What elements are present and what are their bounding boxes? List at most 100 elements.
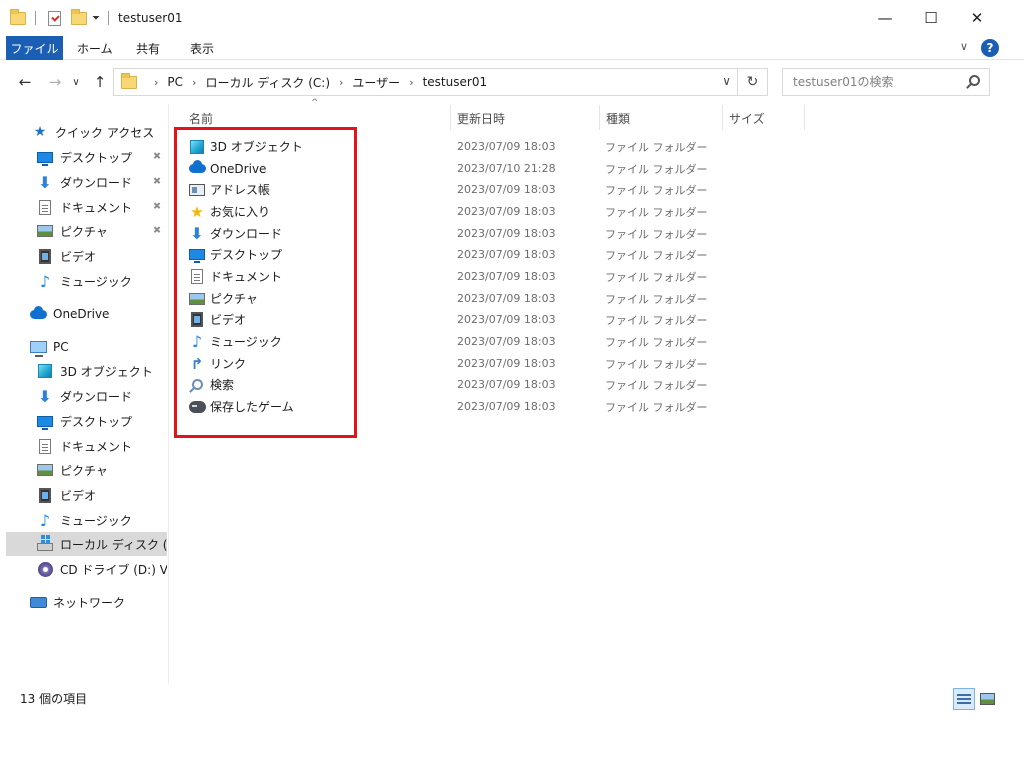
breadcrumb-chevron-icon[interactable]: › <box>192 76 196 89</box>
file-name: OneDrive <box>210 161 267 176</box>
properties-icon[interactable] <box>48 10 61 26</box>
sidebar-item-label: ビデオ <box>60 488 97 503</box>
large-icons-view-button[interactable] <box>976 688 998 710</box>
file-date: 2023/07/09 18:03 <box>457 205 556 218</box>
close-button[interactable]: ✕ <box>954 0 1000 36</box>
column-header-name[interactable]: 名前 <box>189 106 213 130</box>
recent-locations-chevron-icon[interactable]: ∨ <box>69 70 83 94</box>
tab-file[interactable]: ファイル <box>6 36 63 60</box>
sidebar-item-label: ローカル ディスク (C:) <box>60 537 167 552</box>
sidebar-item-pc[interactable]: PC <box>0 335 167 359</box>
file-type: ファイル フォルダー <box>605 140 708 154</box>
sidebar-item-pc-desktop[interactable]: デスクトップ <box>0 409 167 433</box>
document-icon <box>188 268 206 286</box>
table-row[interactable]: 検索 2023/07/09 18:03 ファイル フォルダー <box>183 374 713 395</box>
column-header-date[interactable]: 更新日時 <box>457 106 505 130</box>
network-icon <box>29 593 47 611</box>
tab-home[interactable]: ホーム <box>77 36 113 60</box>
table-row[interactable]: ピクチャ 2023/07/09 18:03 ファイル フォルダー <box>183 288 713 309</box>
sidebar-item-label: CD ドライブ (D:) Virtu <box>60 562 167 577</box>
sidebar-item-pc-videos[interactable]: ビデオ <box>0 483 167 507</box>
desktop-icon <box>188 246 206 264</box>
sidebar-item-local-disk[interactable]: ローカル ディスク (C:) <box>6 532 167 556</box>
sidebar-item-label: ミュージック <box>60 274 132 289</box>
file-name: ドキュメント <box>210 270 283 284</box>
file-name: 保存したゲーム <box>210 400 294 414</box>
expand-ribbon-chevron-icon[interactable]: ∨ <box>960 40 968 53</box>
table-row[interactable]: 3D オブジェクト 2023/07/09 18:03 ファイル フォルダー <box>183 136 713 157</box>
download-icon: ⬇ <box>38 172 52 192</box>
back-button[interactable]: ← <box>14 70 36 94</box>
new-folder-icon[interactable] <box>71 8 87 25</box>
tab-share[interactable]: 共有 <box>136 36 160 60</box>
sidebar-item-desktop[interactable]: デスクトップ <box>0 145 167 169</box>
maximize-button[interactable]: ☐ <box>908 0 954 36</box>
sidebar-item-onedrive[interactable]: OneDrive <box>0 302 167 326</box>
sidebar-item-label: 3D オブジェクト <box>60 364 153 379</box>
table-row[interactable]: ドキュメント 2023/07/09 18:03 ファイル フォルダー <box>183 266 713 287</box>
refresh-button[interactable]: ↻ <box>738 68 768 96</box>
address-history-dropdown-icon[interactable]: ∨ <box>722 74 731 88</box>
sidebar-item-pc-documents[interactable]: ドキュメント <box>0 434 167 458</box>
sidebar-item-network[interactable]: ネットワーク <box>0 590 167 614</box>
file-date: 2023/07/09 18:03 <box>457 183 556 196</box>
search-icon[interactable] <box>969 75 980 86</box>
table-row[interactable]: ↱ リンク 2023/07/09 18:03 ファイル フォルダー <box>183 353 713 374</box>
breadcrumb-chevron-icon[interactable]: › <box>154 76 158 89</box>
table-row[interactable]: ⬇ ダウンロード 2023/07/09 18:03 ファイル フォルダー <box>183 223 713 244</box>
up-button[interactable]: ↑ <box>89 70 111 94</box>
minimize-button[interactable]: — <box>862 0 908 36</box>
sidebar-item-cd-drive[interactable]: CD ドライブ (D:) Virtu <box>0 557 167 581</box>
column-header-size[interactable]: サイズ <box>729 106 765 130</box>
column-header-type[interactable]: 種類 <box>606 106 630 130</box>
breadcrumb-chevron-icon[interactable]: › <box>409 76 413 89</box>
sidebar-item-pc-music[interactable]: ♪ ミュージック <box>0 508 167 532</box>
download-icon: ⬇ <box>190 224 204 243</box>
sidebar-item-music[interactable]: ♪ ミュージック <box>0 269 167 293</box>
search-input[interactable] <box>793 75 963 89</box>
column-divider[interactable] <box>722 105 723 130</box>
customize-toolbar-icon[interactable]: ⏷ <box>92 9 100 27</box>
table-row[interactable]: ♪ ミュージック 2023/07/09 18:03 ファイル フォルダー <box>183 331 713 352</box>
breadcrumb-pc[interactable]: PC <box>167 75 183 89</box>
column-divider[interactable] <box>599 105 600 130</box>
help-icon[interactable]: ? <box>981 39 999 57</box>
sidebar-item-pc-downloads[interactable]: ⬇ ダウンロード <box>0 384 167 408</box>
sidebar-item-videos[interactable]: ビデオ <box>0 244 167 268</box>
details-view-icon <box>957 693 971 705</box>
sidebar-item-3d-objects[interactable]: 3D オブジェクト <box>0 359 167 383</box>
sidebar-item-label: デスクトップ <box>60 414 133 429</box>
column-divider[interactable] <box>804 105 805 130</box>
music-icon: ♪ <box>39 271 51 291</box>
cd-drive-icon <box>36 560 54 578</box>
sidebar-item-pictures[interactable]: ピクチャ <box>0 219 167 243</box>
breadcrumb-chevron-icon[interactable]: › <box>339 76 343 89</box>
navigation-pane: ★ クイック アクセス デスクトップ ✚ ⬇ ダウンロード ✚ ドキュメント ✚ ピ… <box>0 104 169 684</box>
sidebar-item-quick-access[interactable]: ★ クイック アクセス <box>0 120 167 144</box>
file-date: 2023/07/10 21:28 <box>457 162 556 175</box>
table-row[interactable]: OneDrive 2023/07/10 21:28 ファイル フォルダー <box>183 158 713 179</box>
details-view-button[interactable] <box>953 688 975 710</box>
sidebar-item-downloads[interactable]: ⬇ ダウンロード <box>0 170 167 194</box>
file-date: 2023/07/09 18:03 <box>457 248 556 261</box>
table-row[interactable]: ★ お気に入り 2023/07/09 18:03 ファイル フォルダー <box>183 201 713 222</box>
table-row[interactable]: アドレス帳 2023/07/09 18:03 ファイル フォルダー <box>183 179 713 200</box>
file-type: ファイル フォルダー <box>605 357 708 371</box>
star-icon: ★ <box>33 124 47 140</box>
forward-button[interactable]: → <box>44 70 66 94</box>
breadcrumb-local-disk[interactable]: ローカル ディスク (C:) <box>205 74 330 91</box>
address-bar[interactable]: › PC › ローカル ディスク (C:) › ユーザー › testuser0… <box>113 68 738 96</box>
video-icon <box>188 311 206 329</box>
table-row[interactable]: 保存したゲーム 2023/07/09 18:03 ファイル フォルダー <box>183 396 713 417</box>
breadcrumb-users[interactable]: ユーザー <box>352 74 400 91</box>
sort-ascending-icon: ^ <box>311 98 319 108</box>
tab-view[interactable]: 表示 <box>190 36 214 60</box>
breadcrumb-testuser01[interactable]: testuser01 <box>423 75 488 89</box>
sidebar-item-documents[interactable]: ドキュメント <box>0 195 167 219</box>
column-divider[interactable] <box>450 105 451 130</box>
search-box[interactable] <box>782 68 990 96</box>
sidebar-item-pc-pictures[interactable]: ピクチャ <box>0 458 167 482</box>
pictures-icon <box>36 461 54 479</box>
table-row[interactable]: デスクトップ 2023/07/09 18:03 ファイル フォルダー <box>183 244 713 265</box>
table-row[interactable]: ビデオ 2023/07/09 18:03 ファイル フォルダー <box>183 309 713 330</box>
